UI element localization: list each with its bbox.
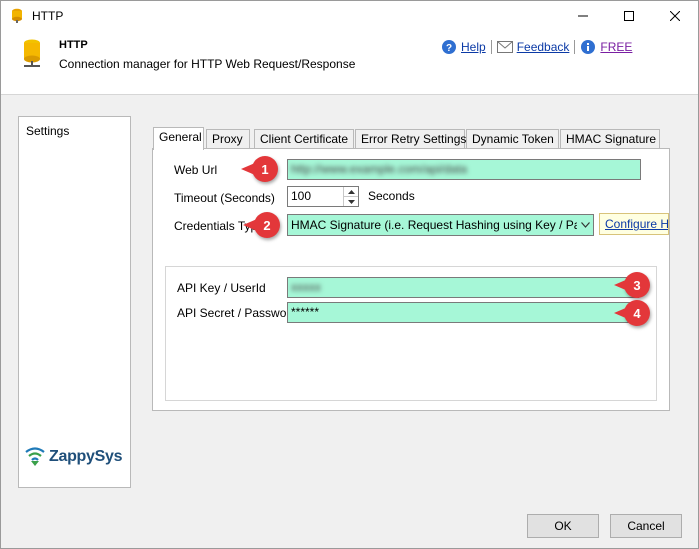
credentials-type-select[interactable]: HMAC Signature (i.e. Request Hashing usi… <box>287 214 594 236</box>
window-database-icon <box>10 8 24 27</box>
settings-item[interactable]: Settings <box>26 124 69 138</box>
web-url-value: http://www.example.com/api/data <box>291 162 468 176</box>
help-link[interactable]: Help <box>461 40 486 54</box>
close-button[interactable] <box>652 1 698 31</box>
info-icon <box>580 39 596 55</box>
credentials-type-value: HMAC Signature (i.e. Request Hashing usi… <box>291 218 581 232</box>
dialog-header: HTTP Connection manager for HTTP Web Req… <box>1 31 698 94</box>
http-connection-window: HTTP HTTP Connection manager for HTTP We… <box>0 0 699 549</box>
header-links: ? Help Feedback FREE <box>441 39 632 55</box>
api-key-input[interactable]: xxxxx <box>287 277 639 298</box>
title-bar[interactable]: HTTP <box>1 1 698 31</box>
stepper-up-icon[interactable] <box>344 187 358 197</box>
ok-button[interactable]: OK <box>527 514 599 538</box>
configure-hmac-label: Configure H <box>605 217 669 231</box>
callout-badge-4: 4 <box>614 300 650 326</box>
settings-panel: Settings ZappySys <box>18 116 131 488</box>
api-key-value: xxxxx <box>291 280 321 294</box>
callout-number: 2 <box>263 217 271 233</box>
header-title: HTTP <box>59 39 88 51</box>
tab-label: Proxy <box>212 132 243 146</box>
tab-client-certificate[interactable]: Client Certificate <box>254 129 354 149</box>
minimize-button[interactable] <box>560 1 606 31</box>
link-divider <box>574 40 576 54</box>
web-url-label: Web Url <box>174 163 218 177</box>
api-key-label: API Key / UserId <box>177 281 266 295</box>
tab-proxy[interactable]: Proxy <box>206 129 250 149</box>
callout-badge-2: 2 <box>243 212 280 238</box>
timeout-stepper[interactable]: 100 <box>287 186 359 207</box>
window-title: HTTP <box>32 9 64 23</box>
mail-icon <box>496 41 513 53</box>
wifi-logo-icon <box>25 447 45 466</box>
header-divider <box>1 94 698 95</box>
web-url-input[interactable]: http://www.example.com/api/data <box>287 159 641 180</box>
timeout-label: Timeout (Seconds) <box>174 191 275 205</box>
chevron-down-icon[interactable] <box>577 215 593 235</box>
zappysys-logo: ZappySys <box>24 446 122 468</box>
timeout-unit-label: Seconds <box>368 189 415 203</box>
callout-number: 1 <box>261 161 269 177</box>
callout-number: 4 <box>633 305 641 321</box>
cancel-button[interactable]: Cancel <box>610 514 682 538</box>
callout-badge-1: 1 <box>241 156 278 182</box>
tab-hmac-signature[interactable]: HMAC Signature <box>560 129 660 149</box>
maximize-button[interactable] <box>606 1 652 31</box>
timeout-value: 100 <box>291 189 312 203</box>
stepper-buttons <box>343 187 358 206</box>
header-description: Connection manager for HTTP Web Request/… <box>59 57 356 71</box>
tab-label: Dynamic Token <box>472 132 554 146</box>
api-secret-value: ****** <box>291 305 320 319</box>
tab-label: Error Retry Settings <box>361 132 467 146</box>
tab-dynamic-token[interactable]: Dynamic Token <box>466 129 559 149</box>
stepper-down-icon[interactable] <box>344 197 358 206</box>
tab-label: General <box>159 130 202 144</box>
svg-text:?: ? <box>446 43 452 54</box>
tab-label: HMAC Signature <box>566 132 657 146</box>
tab-error-retry-settings[interactable]: Error Retry Settings <box>355 129 467 149</box>
api-secret-input[interactable]: ****** <box>287 302 639 323</box>
feedback-link[interactable]: Feedback <box>517 40 570 54</box>
free-link[interactable]: FREE <box>600 40 632 54</box>
link-divider <box>490 40 492 54</box>
database-icon <box>19 38 45 73</box>
tab-general[interactable]: General <box>153 127 204 150</box>
tab-label: Client Certificate <box>260 132 349 146</box>
api-secret-label: API Secret / Password <box>177 306 298 320</box>
logo-brand-text: ZappySys <box>49 448 123 465</box>
configure-hmac-button[interactable]: Configure H <box>599 213 669 235</box>
help-icon: ? <box>441 39 457 55</box>
callout-number: 3 <box>633 277 641 293</box>
callout-badge-3: 3 <box>614 272 650 298</box>
